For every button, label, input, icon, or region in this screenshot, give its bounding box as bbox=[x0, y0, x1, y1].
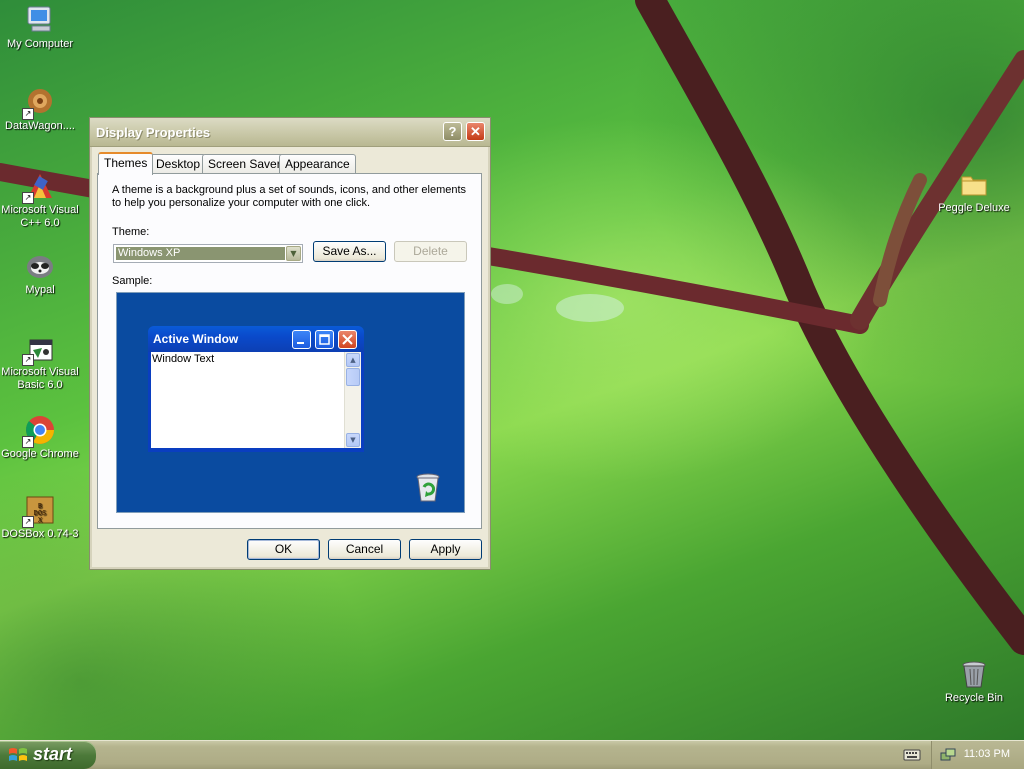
scroll-thumb bbox=[346, 368, 360, 386]
themes-tab-panel: A theme is a background plus a set of so… bbox=[97, 173, 482, 529]
tab-appearance[interactable]: Appearance bbox=[279, 154, 356, 173]
dosbox-icon: B DOS X ↗ bbox=[22, 494, 56, 528]
theme-label: Theme: bbox=[112, 226, 150, 238]
sample-window-title: Active Window bbox=[153, 332, 239, 346]
desktop-icon-label: Microsoft Visual Basic 6.0 bbox=[1, 366, 79, 391]
shortcut-arrow-icon: ↗ bbox=[22, 436, 34, 448]
tab-themes[interactable]: Themes bbox=[98, 152, 154, 175]
desktop-icon-visual-cpp[interactable]: ↗ Microsoft Visual C++ 6.0 bbox=[0, 170, 80, 230]
sample-window-body: Window Text ▲ ▼ bbox=[151, 352, 361, 448]
chevron-down-icon[interactable]: ▼ bbox=[286, 246, 301, 261]
window-titlebar[interactable]: Display Properties ? ✕ bbox=[90, 118, 490, 147]
sample-label: Sample: bbox=[112, 275, 153, 287]
shortcut-arrow-icon: ↗ bbox=[22, 516, 34, 528]
desktop-icon-label: Recycle Bin bbox=[944, 692, 1004, 704]
desktop-icon-label: Mypal bbox=[25, 284, 55, 296]
display-properties-window: Display Properties ? ✕ Themes Desktop Sc… bbox=[89, 117, 491, 570]
desktop-icon-mypal[interactable]: Mypal bbox=[0, 250, 80, 297]
theme-sample-preview: Active Window Window Text ▲ ▼ bbox=[116, 292, 465, 513]
chrome-icon: ↗ bbox=[22, 414, 56, 448]
help-button[interactable]: ? bbox=[443, 122, 462, 141]
desktop-icon-label: Google Chrome bbox=[1, 448, 79, 460]
tab-desktop[interactable]: Desktop bbox=[150, 154, 207, 173]
sample-active-window: Active Window Window Text ▲ ▼ bbox=[148, 326, 364, 452]
delete-button[interactable]: Delete bbox=[394, 241, 467, 262]
maximize-icon bbox=[315, 330, 334, 349]
sample-recycle-bin-icon bbox=[413, 471, 443, 506]
desktop-icon-label: My Computer bbox=[6, 38, 74, 50]
taskbar: start 11:03 PM bbox=[0, 740, 1024, 769]
desktop-icon-datawagon[interactable]: ↗ DataWagon.... bbox=[0, 86, 80, 133]
close-button[interactable]: ✕ bbox=[466, 122, 485, 141]
desktop-icon-my-computer[interactable]: My Computer bbox=[0, 4, 80, 51]
desktop-icon-recycle-bin[interactable]: Recycle Bin bbox=[934, 658, 1014, 705]
minimize-icon bbox=[292, 330, 311, 349]
my-computer-icon bbox=[24, 4, 56, 36]
scroll-up-icon: ▲ bbox=[346, 353, 360, 367]
desktop-icon-label: Peggle Deluxe bbox=[938, 202, 1010, 214]
desktop-icon-chrome[interactable]: ↗ Google Chrome bbox=[0, 414, 80, 461]
system-tray: 11:03 PM bbox=[931, 741, 1024, 769]
window-title: Display Properties bbox=[96, 125, 211, 140]
visual-cpp-icon: ↗ bbox=[22, 170, 56, 204]
shortcut-arrow-icon: ↗ bbox=[22, 192, 34, 204]
shortcut-arrow-icon: ↗ bbox=[22, 108, 34, 120]
close-icon bbox=[338, 330, 357, 349]
visual-basic-icon: ↗ bbox=[22, 332, 56, 366]
start-button[interactable]: start bbox=[0, 741, 96, 769]
sample-window-text: Window Text bbox=[152, 353, 215, 365]
theme-dropdown[interactable]: Windows XP ▼ bbox=[113, 244, 303, 263]
apply-button[interactable]: Apply bbox=[409, 539, 482, 560]
recycle-bin-icon bbox=[958, 658, 990, 690]
sample-scrollbar: ▲ ▼ bbox=[344, 352, 361, 448]
desktop-icon-dosbox[interactable]: B DOS X ↗ DOSBox 0.74-3 bbox=[0, 494, 80, 541]
desktop-icon-label: DataWagon.... bbox=[5, 120, 75, 132]
desktop-icon-label: DOSBox 0.74-3 bbox=[1, 528, 79, 540]
sample-window-titlebar: Active Window bbox=[148, 326, 364, 352]
mypal-icon bbox=[24, 250, 56, 282]
theme-description: A theme is a background plus a set of so… bbox=[112, 184, 467, 209]
folder-icon bbox=[958, 168, 990, 200]
cancel-button[interactable]: Cancel bbox=[328, 539, 401, 560]
network-icon[interactable] bbox=[940, 747, 956, 766]
desktop-icon-visual-basic[interactable]: ↗ Microsoft Visual Basic 6.0 bbox=[0, 332, 80, 392]
desktop-icon-peggle-deluxe[interactable]: Peggle Deluxe bbox=[934, 168, 1014, 215]
datawagon-icon: ↗ bbox=[22, 86, 56, 120]
windows-logo-icon bbox=[9, 748, 27, 761]
desktop-background: My Computer ↗ DataWagon.... ↗ Microsoft … bbox=[0, 0, 1024, 740]
ok-button[interactable]: OK bbox=[247, 539, 320, 560]
keyboard-icon[interactable] bbox=[903, 748, 921, 765]
scroll-down-icon: ▼ bbox=[346, 433, 360, 447]
save-as-button[interactable]: Save As... bbox=[313, 241, 386, 262]
clock[interactable]: 11:03 PM bbox=[964, 748, 1010, 760]
tab-screen-saver[interactable]: Screen Saver bbox=[202, 154, 287, 173]
theme-dropdown-value: Windows XP bbox=[116, 247, 285, 260]
start-label: start bbox=[33, 744, 73, 764]
desktop-icon-label: Microsoft Visual C++ 6.0 bbox=[1, 204, 79, 229]
shortcut-arrow-icon: ↗ bbox=[22, 354, 34, 366]
